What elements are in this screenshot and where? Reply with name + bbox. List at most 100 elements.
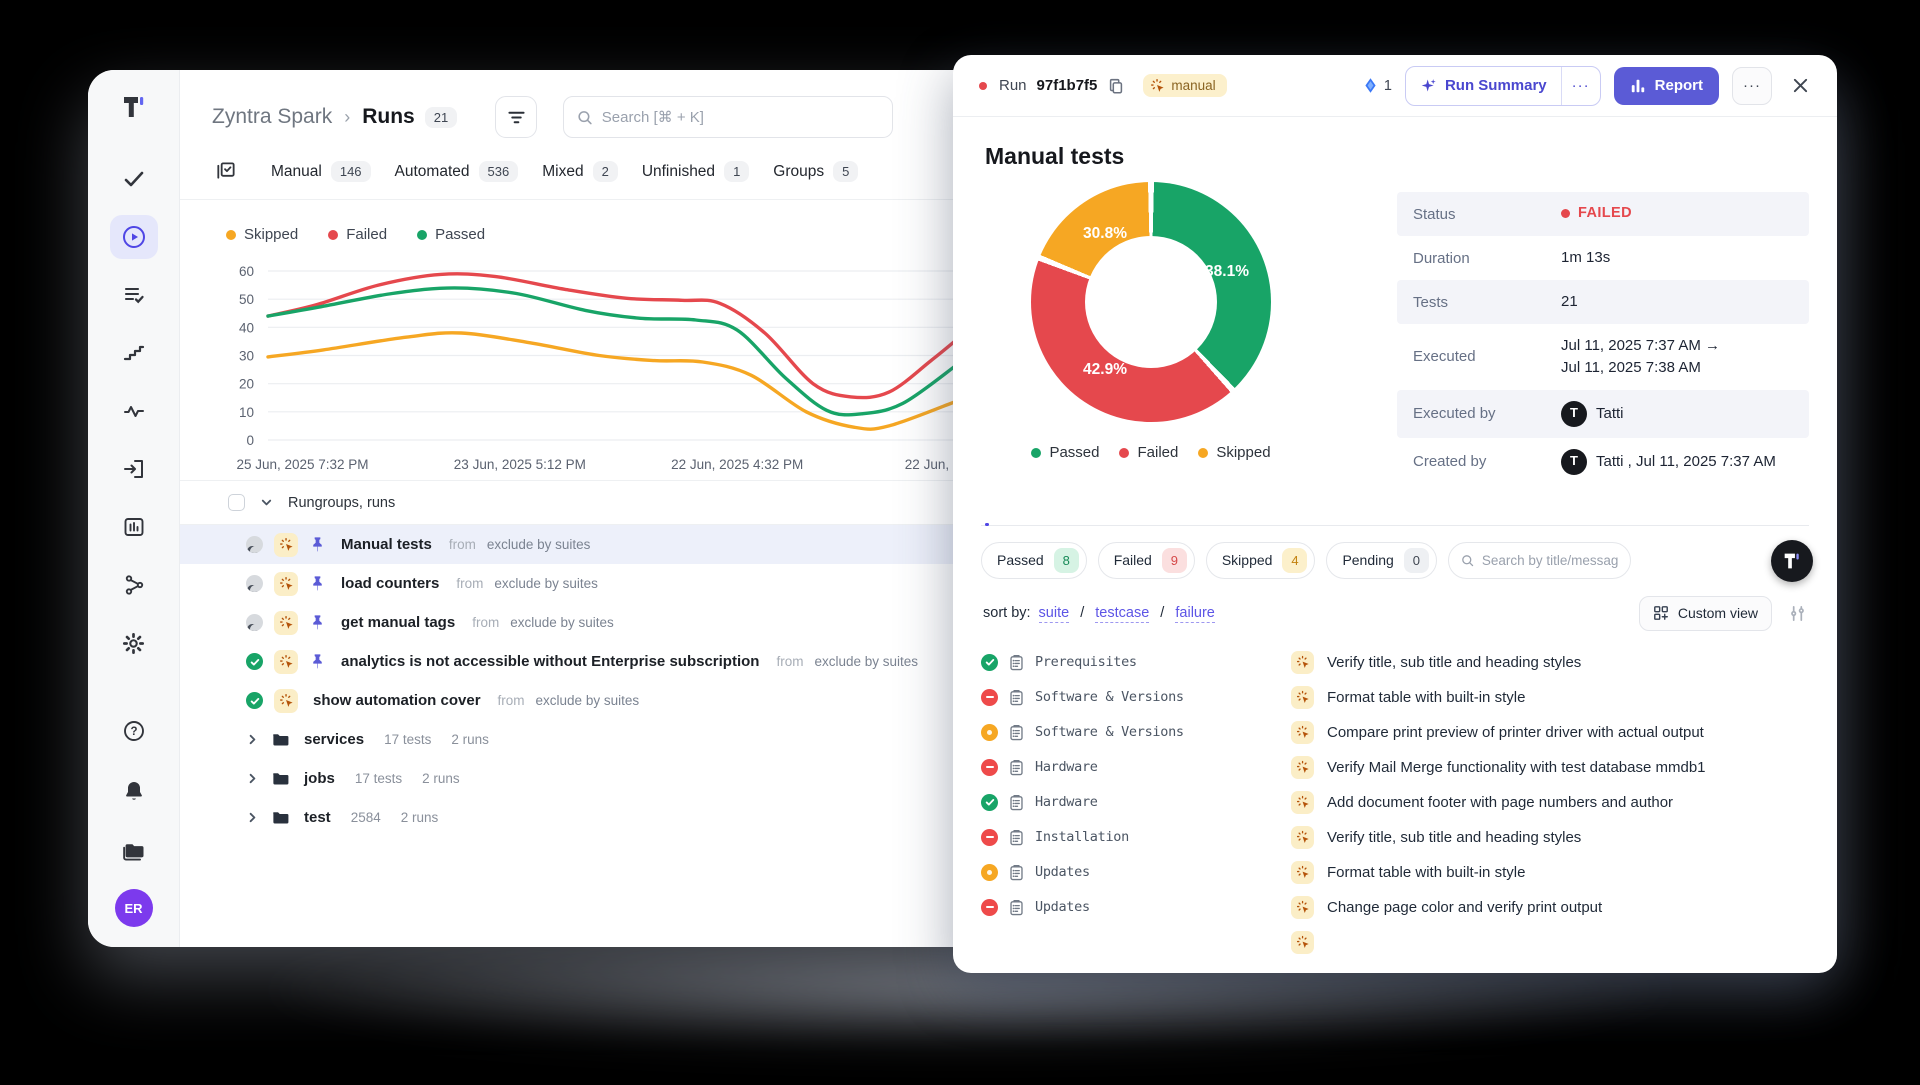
run-summary-more[interactable]: ··· [1561, 67, 1600, 105]
sidebar-item-pulse[interactable] [110, 389, 158, 433]
clipboard-icon [1008, 794, 1025, 811]
manual-run-icon [274, 533, 298, 557]
branch-icon [122, 573, 146, 597]
status-filter-row: Passed8 Failed9 Skipped4 Pending0 [981, 542, 1809, 579]
close-button[interactable] [1785, 71, 1815, 101]
run-type-tab[interactable]: Unfinished1 [642, 161, 749, 182]
select-all-checkbox[interactable] [228, 494, 245, 511]
chevron-right-icon[interactable] [246, 772, 259, 785]
suite-name: Hardware [1035, 759, 1098, 775]
legend-item: Failed [1119, 444, 1178, 461]
panel-tab[interactable] [985, 506, 989, 525]
sliders-icon[interactable] [1788, 604, 1807, 623]
sidebar-item-analytics[interactable] [110, 505, 158, 549]
sparkles-icon [1420, 77, 1437, 94]
run-type-tab[interactable]: Manual146 [271, 161, 371, 182]
avatar: T [1561, 449, 1587, 475]
sort-link-failure[interactable]: failure [1175, 605, 1215, 623]
report-chart-icon [1630, 78, 1646, 94]
test-row[interactable]: Installation Verify title, sub title and… [981, 820, 1809, 855]
report-button[interactable]: Report [1614, 67, 1719, 105]
test-search-input[interactable] [1482, 553, 1618, 568]
notifications-button[interactable] [110, 769, 158, 813]
panel-more-button[interactable]: ··· [1732, 67, 1772, 105]
sidebar-item-plans[interactable] [110, 273, 158, 317]
status-filter-pill[interactable]: Failed9 [1098, 542, 1195, 579]
suite-name: Prerequisites [1035, 654, 1137, 670]
chevron-down-icon[interactable] [260, 496, 273, 509]
run-title: Manual tests [985, 143, 1809, 170]
suite-name: Installation [1035, 829, 1129, 845]
suite-name: Updates [1035, 899, 1090, 915]
sort-row: sort by: suite / testcase / failure Cust… [981, 596, 1809, 631]
sort-link-testcase[interactable]: testcase [1095, 605, 1149, 623]
sidebar-item-settings[interactable] [110, 621, 158, 665]
svg-text:22 Jun, 2025 4:32 PM: 22 Jun, 2025 4:32 PM [671, 457, 803, 472]
manual-run-icon [274, 689, 298, 713]
help-button[interactable]: ? [110, 709, 158, 753]
test-row[interactable] [981, 925, 1809, 960]
run-detail-panel: Run 97f1b7f5 manual 1 Run Summary ··· Re… [953, 55, 1837, 973]
status-filter-pill[interactable]: Pending0 [1326, 542, 1436, 579]
manual-test-icon [1291, 861, 1314, 884]
projects-button[interactable] [110, 829, 158, 873]
test-status-icon [981, 759, 998, 776]
manual-test-icon [1291, 756, 1314, 779]
test-row[interactable]: Software & Versions Format table with bu… [981, 680, 1809, 715]
folder-icon [271, 808, 290, 827]
test-row[interactable]: Software & Versions Compare print previe… [981, 715, 1809, 750]
app-logo[interactable] [119, 92, 149, 127]
copy-icon[interactable] [1107, 77, 1125, 95]
svg-text:23 Jun, 2025 5:12 PM: 23 Jun, 2025 5:12 PM [454, 457, 586, 472]
manual-test-icon [1291, 651, 1314, 674]
test-status-icon [981, 724, 998, 741]
run-type-tab[interactable]: Mixed2 [542, 161, 618, 182]
sort-link-suite[interactable]: suite [1039, 605, 1070, 623]
svg-text:60: 60 [239, 264, 254, 279]
pin-icon [309, 575, 326, 592]
report-label: Report [1655, 77, 1703, 94]
clipboard-icon [1008, 864, 1025, 881]
sidebar-item-branches[interactable] [110, 563, 158, 607]
test-search[interactable] [1448, 542, 1631, 579]
filter-button[interactable] [495, 96, 537, 138]
run-type-tab[interactable]: Automated536 [395, 161, 519, 182]
pulse-icon [122, 399, 146, 423]
status-filter-pill[interactable]: Skipped4 [1206, 542, 1316, 579]
suite-name: Hardware [1035, 794, 1098, 810]
sidebar-item-runs[interactable] [110, 215, 158, 259]
search-input[interactable] [602, 109, 879, 126]
test-row[interactable]: Updates Format table with built-in style [981, 855, 1809, 890]
sidebar: ? ER [88, 70, 180, 947]
breadcrumb-project[interactable]: Zyntra Spark [212, 105, 332, 129]
svg-text:0: 0 [246, 433, 254, 448]
folder-name: test [304, 809, 331, 826]
panel-tab[interactable] [1057, 506, 1061, 525]
test-title: Verify Mail Merge functionality with tes… [1327, 759, 1706, 776]
floating-logo[interactable] [1771, 540, 1813, 582]
test-row[interactable]: Prerequisites Verify title, sub title an… [981, 645, 1809, 680]
svg-text:10: 10 [239, 405, 254, 420]
test-row[interactable]: Updates Change page color and verify pri… [981, 890, 1809, 925]
run-type-tab[interactable]: Groups5 [773, 161, 858, 182]
sidebar-item-import[interactable] [110, 447, 158, 491]
global-search[interactable] [563, 96, 893, 138]
manual-badge: manual [1143, 74, 1226, 97]
test-row[interactable]: Hardware Verify Mail Merge functionality… [981, 750, 1809, 785]
sidebar-item-tests[interactable] [110, 157, 158, 201]
chevron-right-icon[interactable] [246, 733, 259, 746]
jira-link[interactable]: 1 [1362, 77, 1392, 94]
import-icon [122, 457, 146, 481]
panel-tab[interactable] [1021, 506, 1025, 525]
sidebar-item-milestones[interactable] [110, 331, 158, 375]
chevron-right-icon[interactable] [246, 811, 259, 824]
manual-test-icon [1291, 896, 1314, 919]
svg-text:40: 40 [239, 320, 254, 335]
custom-view-button[interactable]: Custom view [1639, 596, 1772, 631]
test-row[interactable]: Hardware Add document footer with page n… [981, 785, 1809, 820]
run-summary-button[interactable]: Run Summary ··· [1405, 66, 1601, 106]
panel-body: Manual tests 38.1%42.9%30.8% PassedFaile… [953, 117, 1837, 973]
user-avatar[interactable]: ER [115, 889, 153, 927]
panel-header: Run 97f1b7f5 manual 1 Run Summary ··· Re… [953, 55, 1837, 117]
status-filter-pill[interactable]: Passed8 [981, 542, 1087, 579]
